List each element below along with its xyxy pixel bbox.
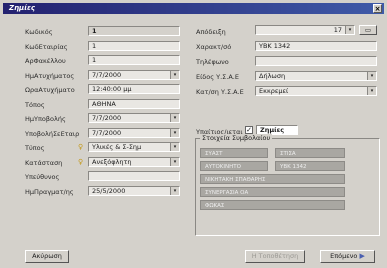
field-value: 1 xyxy=(92,41,97,50)
receipt-field[interactable]: 17 ▾ xyxy=(255,25,355,35)
field-input[interactable]: 1 xyxy=(88,40,180,51)
field-value: 1 xyxy=(92,56,97,64)
next-arrow-icon: ▶ xyxy=(359,252,365,260)
close-icon[interactable]: × xyxy=(373,4,382,13)
field-label: Τύπος xyxy=(25,144,45,152)
field-value: Υλικές & Σ-Σημ xyxy=(92,143,142,151)
field-input[interactable]: ΑΘΗΝΑ xyxy=(88,98,180,109)
receipt-lookup-button[interactable]: ▭ xyxy=(359,25,377,35)
contract-pill: ΦΩΚΑΣ xyxy=(200,200,345,210)
chevron-down-icon[interactable]: ▾ xyxy=(170,143,179,151)
field-value: 12:40:00 μμ xyxy=(92,85,132,93)
field-input[interactable]: Δήλωση ▾ xyxy=(255,71,377,81)
field-input[interactable]: 7/7/2000 ▾ xyxy=(88,69,180,80)
claims-window: Ζημίες × Κωδικός 1 ΚωδΕταιρίας 1 ΑρΦακέλλου 1… xyxy=(0,0,387,268)
contract-details-title: Στοιχεία Συμβολαίου xyxy=(200,134,273,142)
chevron-down-icon[interactable]: ▾ xyxy=(367,72,376,80)
field-label: Κωδικός xyxy=(25,28,53,36)
field-value: YBK 1342 xyxy=(259,42,291,50)
field-value: 7/7/2000 xyxy=(92,114,122,122)
field-input[interactable]: 25/5/2000 ▾ xyxy=(88,185,180,196)
field-label: ΗμΥποβολής xyxy=(25,115,66,123)
field-label: ΗμΑτυχήματος xyxy=(25,71,75,80)
field-input[interactable]: Υλικές & Σ-Σημ ▾ xyxy=(88,142,180,152)
field-label: Τόπος xyxy=(25,100,45,109)
chevron-down-icon[interactable]: ▾ xyxy=(367,87,376,95)
window-title: Ζημίες xyxy=(9,4,35,12)
contract-pill: ΣΤΙΣΑ xyxy=(275,148,345,158)
lightbulb-icon[interactable]: ♀ xyxy=(78,143,83,151)
contract-pill: ΣΥΑΣΤ xyxy=(200,148,268,158)
spin-arrow-icon[interactable]: ▾ xyxy=(345,26,354,34)
field-label: ΗμΠραγματ/ης xyxy=(25,187,74,196)
field-value: Ανεξόφλητη xyxy=(92,157,132,166)
receipt-value: 17 xyxy=(333,26,342,34)
field-label: ΚωδΕταιρίας xyxy=(25,42,68,51)
field-value: 1 xyxy=(92,27,97,35)
field-input[interactable] xyxy=(88,171,180,181)
next-label: Επόμενο xyxy=(330,252,358,260)
chevron-down-icon[interactable]: ▾ xyxy=(170,70,179,79)
contract-pill: ΣΥΝΕΡΓΑΣΙΑ ΟΑ xyxy=(200,187,345,197)
field-input[interactable]: Ανεξόφλητη ▾ xyxy=(88,156,180,167)
field-input[interactable]: 7/7/2000 ▾ xyxy=(88,127,180,138)
field-input[interactable]: 1 xyxy=(88,26,180,36)
contract-pill: ΝΙΚΗΤΑΚΗ ΣΠΑΘΑΡΗΣ xyxy=(200,174,345,184)
title-bar: Ζημίες × xyxy=(3,3,384,14)
field-value: ΑΘΗΝΑ xyxy=(92,99,116,108)
field-label: Υπεύθυνος xyxy=(25,173,60,181)
field-value: 7/7/2000 xyxy=(92,70,122,79)
lookup-icon: ▭ xyxy=(364,26,372,34)
field-value: Εκκρεμεί xyxy=(259,87,289,95)
field-value: 7/7/2000 xyxy=(92,128,122,137)
chevron-down-icon[interactable]: ▾ xyxy=(170,186,179,195)
field-input[interactable]: Εκκρεμεί ▾ xyxy=(255,86,377,96)
field-input[interactable]: 12:40:00 μμ xyxy=(88,84,180,94)
field-value: 25/5/2000 xyxy=(92,186,126,195)
field-label: ΩραΑτυχήματο xyxy=(25,86,75,94)
field-label: Τηλέφωνο xyxy=(196,58,229,66)
contract-pill: YBK 1342 xyxy=(275,161,345,171)
field-label: Κατάσταση xyxy=(25,158,63,167)
cancel-button[interactable]: Ακύρωση xyxy=(25,250,69,263)
lightbulb-icon[interactable]: ♀ xyxy=(78,158,83,166)
receipt-label: Απόδειξη xyxy=(196,28,226,36)
field-input[interactable] xyxy=(255,56,377,66)
chevron-down-icon[interactable]: ▾ xyxy=(170,157,179,166)
liable-checkbox[interactable]: ✓ xyxy=(245,126,253,134)
field-input[interactable]: 1 xyxy=(88,55,180,65)
field-input[interactable]: YBK 1342 xyxy=(255,41,377,51)
chevron-down-icon[interactable]: ▾ xyxy=(170,128,179,137)
next-button[interactable]: Επόμενο ▶ xyxy=(320,250,375,263)
field-label: Χαρακτ/σό xyxy=(196,43,232,51)
placement-button[interactable]: Η Τοποθέτηση xyxy=(245,250,305,263)
field-label: Είδος Υ.Σ.Α.Ε xyxy=(196,73,239,81)
field-label: Κατ/ση Υ.Σ.Α.Ε xyxy=(196,88,244,96)
field-value: Δήλωση xyxy=(259,72,286,80)
field-label: ΑρΦακέλλου xyxy=(25,57,66,65)
field-label: ΥποβολήΣεΕταιρ xyxy=(25,129,80,138)
field-input[interactable]: 7/7/2000 ▾ xyxy=(88,113,180,123)
chevron-down-icon[interactable]: ▾ xyxy=(170,114,179,122)
contract-pill: ΑΥΤΟΚΙΝΗΤΟ xyxy=(200,161,268,171)
